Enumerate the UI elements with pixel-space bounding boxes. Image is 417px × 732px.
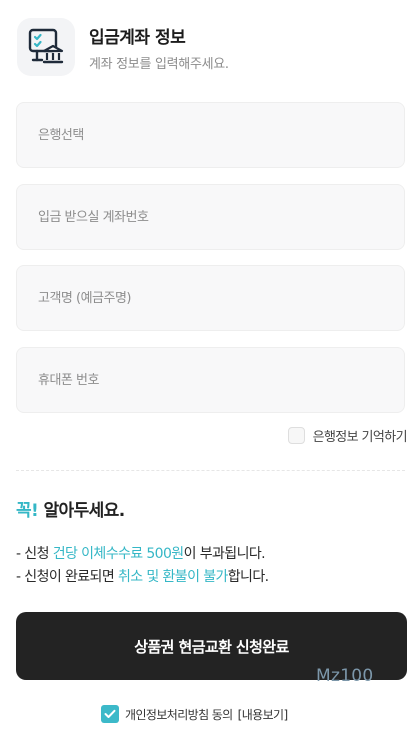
remember-label: 은행정보 기억하기 bbox=[312, 430, 408, 445]
page-header: 입금계좌 정보 계좌 정보를 입력해주세요. bbox=[17, 18, 229, 76]
phone-number-input[interactable] bbox=[36, 371, 404, 389]
notice-line2-accent: 취소 및 환불이 불가 bbox=[117, 569, 228, 585]
notice-line2-prefix: - 신청이 완료되면 bbox=[16, 569, 118, 585]
bank-select-field[interactable] bbox=[16, 102, 405, 168]
header-text: 입금계좌 정보 계좌 정보를 입력해주세요. bbox=[89, 23, 229, 72]
notice-line-refund: - 신청이 완료되면 취소 및 환불이 불가합니다. bbox=[16, 566, 269, 586]
bank-account-icon bbox=[17, 18, 75, 76]
notice-line-fee: - 신청 건당 이체수수료 500원이 부과됩니다. bbox=[16, 543, 266, 563]
privacy-checkbox[interactable] bbox=[101, 705, 119, 723]
watermark-text: Mz100 bbox=[316, 666, 374, 686]
notice-line1-suffix: 이 부과됩니다. bbox=[183, 546, 266, 562]
phone-number-field[interactable] bbox=[16, 347, 405, 413]
notice-title: 꼭! 알아두세요. bbox=[16, 496, 125, 521]
account-number-input[interactable] bbox=[36, 208, 404, 226]
bank-select-input[interactable] bbox=[36, 126, 404, 144]
notice-line2-suffix: 합니다. bbox=[227, 569, 269, 585]
remember-checkbox[interactable] bbox=[287, 427, 305, 444]
customer-name-field[interactable] bbox=[16, 265, 405, 331]
account-number-field[interactable] bbox=[16, 184, 405, 250]
notice-title-accent: 꼭! bbox=[16, 501, 39, 521]
checkmark-icon bbox=[104, 709, 116, 718]
notice-line1-prefix: - 신청 bbox=[16, 546, 53, 562]
page-subtitle: 계좌 정보를 입력해주세요. bbox=[89, 56, 229, 72]
section-divider bbox=[16, 470, 405, 471]
customer-name-input[interactable] bbox=[36, 289, 404, 307]
notice-line1-accent: 건당 이체수수료 500원 bbox=[52, 546, 184, 562]
privacy-agreement[interactable]: 개인정보처리방침 동의 [내용보기] bbox=[101, 705, 288, 723]
page-title: 입금계좌 정보 bbox=[89, 27, 186, 48]
remember-bank-info[interactable]: 은행정보 기억하기 bbox=[287, 426, 408, 445]
privacy-label: 개인정보처리방침 동의 bbox=[125, 707, 233, 722]
view-details-link[interactable]: [내용보기] bbox=[238, 706, 289, 723]
notice-title-text: 알아두세요. bbox=[38, 501, 126, 521]
